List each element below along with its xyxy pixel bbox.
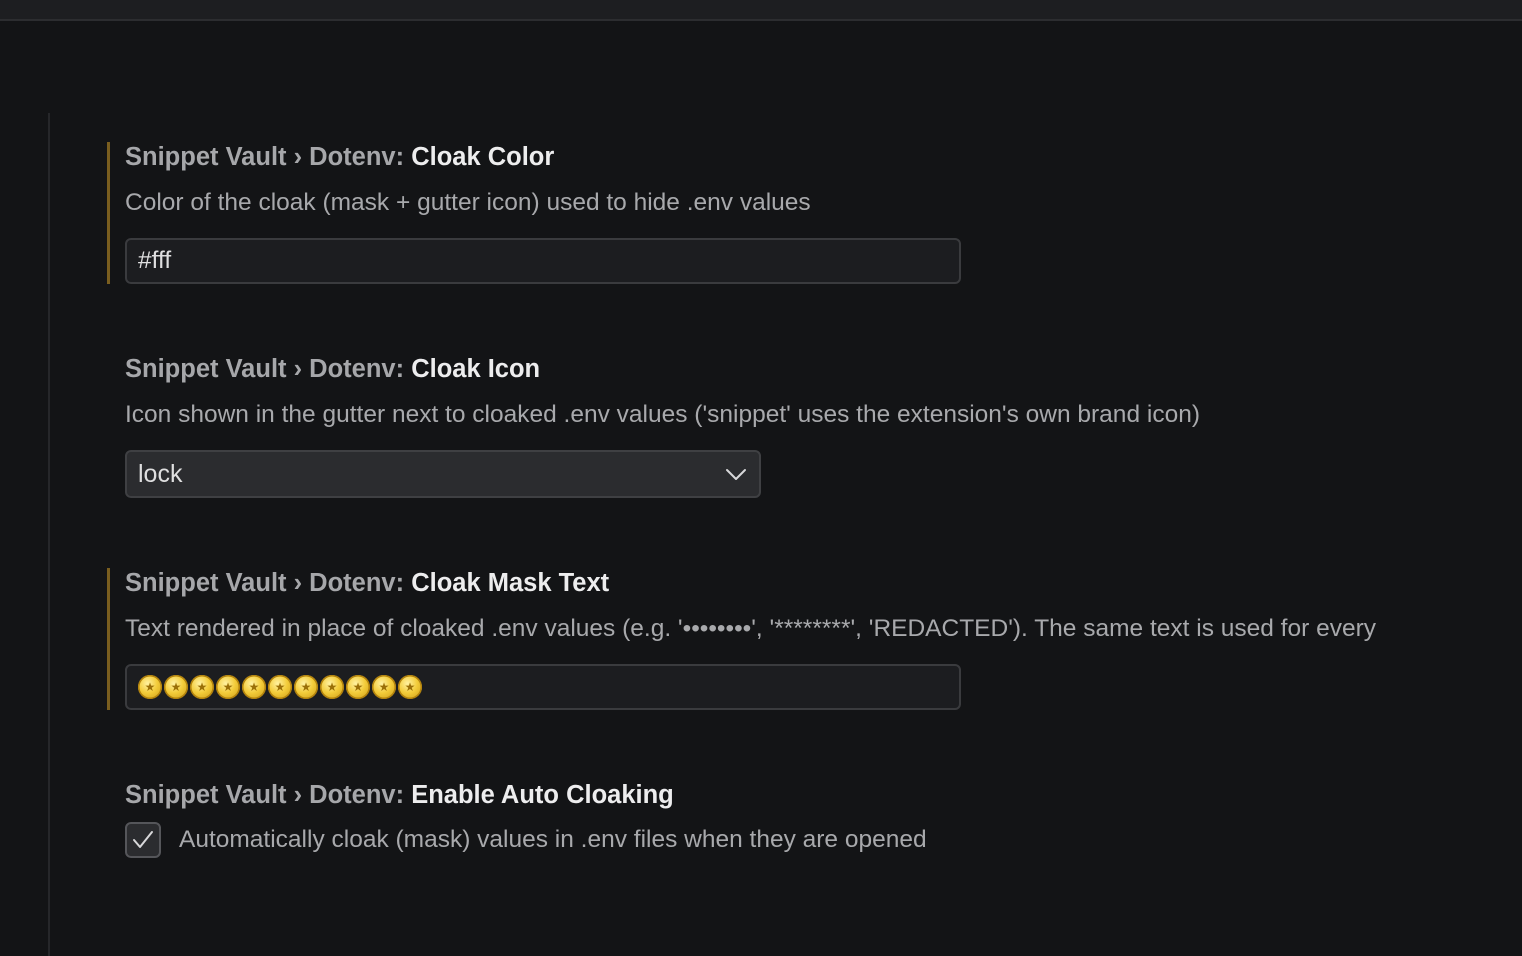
setting-cloak-mask-text: Snippet Vault › Dotenv: Cloak Mask Text … xyxy=(107,568,1522,710)
setting-category: Snippet Vault › Dotenv: xyxy=(125,355,412,383)
setting-name: Cloak Mask Text xyxy=(411,569,610,597)
gold-coin-icon: ★ xyxy=(190,675,214,699)
setting-cloak-icon: Snippet Vault › Dotenv: Cloak Icon Icon … xyxy=(107,354,1522,498)
gold-coin-icon: ★ xyxy=(320,675,344,699)
checkmark-icon xyxy=(133,831,153,848)
cloak-icon-select[interactable]: lock xyxy=(125,450,761,498)
setting-title: Snippet Vault › Dotenv: Cloak Mask Text xyxy=(125,568,1522,598)
setting-description: Icon shown in the gutter next to cloaked… xyxy=(125,401,1200,428)
cloak-color-value: #fff xyxy=(138,247,172,274)
gold-coin-icon: ★ xyxy=(268,675,292,699)
gold-coin-icon: ★ xyxy=(242,675,266,699)
setting-category: Snippet Vault › Dotenv: xyxy=(125,569,412,597)
gold-coin-icon: ★ xyxy=(372,675,396,699)
cloak-icon-selected-value: lock xyxy=(138,459,183,488)
gold-coin-icon: ★ xyxy=(346,675,370,699)
top-bar xyxy=(0,0,1522,21)
setting-category: Snippet Vault › Dotenv: xyxy=(125,143,412,171)
setting-description: Text rendered in place of cloaked .env v… xyxy=(125,615,1376,642)
auto-cloaking-checkbox[interactable] xyxy=(125,822,161,858)
setting-enable-auto-cloaking: Snippet Vault › Dotenv: Enable Auto Cloa… xyxy=(107,780,1522,858)
setting-title: Snippet Vault › Dotenv: Cloak Icon xyxy=(125,354,1522,384)
chevron-down-icon xyxy=(726,469,746,480)
setting-description: Color of the cloak (mask + gutter icon) … xyxy=(125,189,811,216)
auto-cloaking-label: Automatically cloak (mask) values in .en… xyxy=(179,826,927,853)
cloak-color-input[interactable]: #fff xyxy=(125,238,961,284)
setting-name: Enable Auto Cloaking xyxy=(411,781,674,809)
setting-title: Snippet Vault › Dotenv: Cloak Color xyxy=(125,142,1522,172)
gold-coin-icon: ★ xyxy=(294,675,318,699)
setting-title: Snippet Vault › Dotenv: Enable Auto Cloa… xyxy=(125,780,1522,810)
gold-coin-icon: ★ xyxy=(216,675,240,699)
setting-cloak-color: Snippet Vault › Dotenv: Cloak Color Colo… xyxy=(107,142,1522,284)
gold-coin-icon: ★ xyxy=(398,675,422,699)
settings-tree-guide xyxy=(48,113,50,956)
setting-category: Snippet Vault › Dotenv: xyxy=(125,781,412,809)
auto-cloaking-row: Automatically cloak (mask) values in .en… xyxy=(125,822,1522,858)
gold-coin-icon: ★ xyxy=(138,675,162,699)
mask-text-value: ★ ★ ★ ★ ★ ★ ★ ★ ★ ★ ★ xyxy=(138,675,422,699)
gold-coin-icon: ★ xyxy=(164,675,188,699)
setting-name: Cloak Color xyxy=(411,143,555,171)
setting-name: Cloak Icon xyxy=(411,355,541,383)
cloak-mask-text-input[interactable]: ★ ★ ★ ★ ★ ★ ★ ★ ★ ★ ★ xyxy=(125,664,961,710)
